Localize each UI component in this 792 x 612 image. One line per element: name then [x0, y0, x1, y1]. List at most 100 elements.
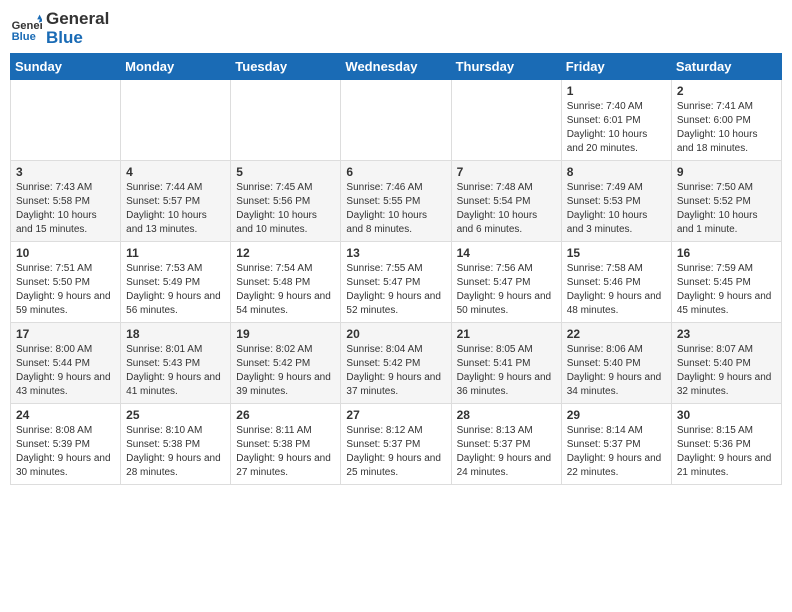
day-info: Sunrise: 8:05 AM Sunset: 5:41 PM Dayligh…: [457, 343, 556, 399]
day-cell: 17 Sunrise: 8:00 AM Sunset: 5:44 PM Dayli…: [11, 323, 121, 404]
day-number: 17: [16, 327, 115, 341]
day-cell: 2 Sunrise: 7:41 AM Sunset: 6:00 PM Daylig…: [671, 80, 781, 161]
logo-blue: Blue: [46, 29, 109, 48]
day-info: Sunrise: 7:59 AM Sunset: 5:45 PM Dayligh…: [677, 262, 776, 318]
day-cell: 26 Sunrise: 8:11 AM Sunset: 5:38 PM Dayli…: [231, 404, 341, 485]
day-number: 23: [677, 327, 776, 341]
weekday-header-saturday: Saturday: [671, 54, 781, 80]
day-info: Sunrise: 7:40 AM Sunset: 6:01 PM Dayligh…: [567, 100, 666, 156]
day-cell: 30 Sunrise: 8:15 AM Sunset: 5:36 PM Dayli…: [671, 404, 781, 485]
day-info: Sunrise: 7:49 AM Sunset: 5:53 PM Dayligh…: [567, 181, 666, 237]
day-info: Sunrise: 8:01 AM Sunset: 5:43 PM Dayligh…: [126, 343, 225, 399]
day-number: 12: [236, 246, 335, 260]
day-number: 4: [126, 165, 225, 179]
day-number: 14: [457, 246, 556, 260]
day-info: Sunrise: 7:51 AM Sunset: 5:50 PM Dayligh…: [16, 262, 115, 318]
day-info: Sunrise: 7:41 AM Sunset: 6:00 PM Dayligh…: [677, 100, 776, 156]
week-row-4: 17 Sunrise: 8:00 AM Sunset: 5:44 PM Dayli…: [11, 323, 782, 404]
day-cell: 21 Sunrise: 8:05 AM Sunset: 5:41 PM Dayli…: [451, 323, 561, 404]
day-cell: [11, 80, 121, 161]
day-number: 18: [126, 327, 225, 341]
weekday-header-thursday: Thursday: [451, 54, 561, 80]
logo: General Blue General Blue: [10, 10, 109, 47]
day-info: Sunrise: 8:02 AM Sunset: 5:42 PM Dayligh…: [236, 343, 335, 399]
day-number: 10: [16, 246, 115, 260]
day-number: 24: [16, 408, 115, 422]
day-cell: 9Sunrise: 7:50 AM Sunset: 5:52 PM Daylig…: [671, 161, 781, 242]
day-number: 20: [346, 327, 445, 341]
day-cell: 29 Sunrise: 8:14 AM Sunset: 5:37 PM Dayli…: [561, 404, 671, 485]
logo-icon: General Blue: [10, 13, 42, 45]
day-cell: 27Sunrise: 8:12 AM Sunset: 5:37 PM Dayli…: [341, 404, 451, 485]
svg-text:General: General: [12, 20, 42, 32]
weekday-header-friday: Friday: [561, 54, 671, 80]
day-info: Sunrise: 8:14 AM Sunset: 5:37 PM Dayligh…: [567, 424, 666, 480]
weekday-header-sunday: Sunday: [11, 54, 121, 80]
day-cell: [341, 80, 451, 161]
week-row-2: 3Sunrise: 7:43 AM Sunset: 5:58 PM Daylig…: [11, 161, 782, 242]
day-cell: 19 Sunrise: 8:02 AM Sunset: 5:42 PM Dayli…: [231, 323, 341, 404]
calendar-body: 1 Sunrise: 7:40 AM Sunset: 6:01 PM Daylig…: [11, 80, 782, 485]
day-info: Sunrise: 8:00 AM Sunset: 5:44 PM Dayligh…: [16, 343, 115, 399]
day-info: Sunrise: 8:13 AM Sunset: 5:37 PM Dayligh…: [457, 424, 556, 480]
day-cell: 11Sunrise: 7:53 AM Sunset: 5:49 PM Dayli…: [121, 242, 231, 323]
day-info: Sunrise: 8:08 AM Sunset: 5:39 PM Dayligh…: [16, 424, 115, 480]
day-number: 6: [346, 165, 445, 179]
day-number: 7: [457, 165, 556, 179]
day-cell: 10 Sunrise: 7:51 AM Sunset: 5:50 PM Dayli…: [11, 242, 121, 323]
day-number: 8: [567, 165, 666, 179]
day-number: 19: [236, 327, 335, 341]
day-info: Sunrise: 7:44 AM Sunset: 5:57 PM Dayligh…: [126, 181, 225, 237]
day-cell: [121, 80, 231, 161]
day-number: 16: [677, 246, 776, 260]
week-row-1: 1 Sunrise: 7:40 AM Sunset: 6:01 PM Daylig…: [11, 80, 782, 161]
day-info: Sunrise: 7:45 AM Sunset: 5:56 PM Dayligh…: [236, 181, 335, 237]
day-cell: 4 Sunrise: 7:44 AM Sunset: 5:57 PM Daylig…: [121, 161, 231, 242]
day-number: 15: [567, 246, 666, 260]
day-info: Sunrise: 8:11 AM Sunset: 5:38 PM Dayligh…: [236, 424, 335, 480]
day-cell: 22 Sunrise: 8:06 AM Sunset: 5:40 PM Dayli…: [561, 323, 671, 404]
day-number: 13: [346, 246, 445, 260]
day-cell: 15 Sunrise: 7:58 AM Sunset: 5:46 PM Dayli…: [561, 242, 671, 323]
day-number: 25: [126, 408, 225, 422]
day-number: 27: [346, 408, 445, 422]
logo-general: General: [46, 10, 109, 29]
day-cell: 18 Sunrise: 8:01 AM Sunset: 5:43 PM Dayli…: [121, 323, 231, 404]
day-cell: 5 Sunrise: 7:45 AM Sunset: 5:56 PM Daylig…: [231, 161, 341, 242]
day-cell: 7 Sunrise: 7:48 AM Sunset: 5:54 PM Daylig…: [451, 161, 561, 242]
day-cell: 28 Sunrise: 8:13 AM Sunset: 5:37 PM Dayli…: [451, 404, 561, 485]
day-number: 21: [457, 327, 556, 341]
day-cell: 12 Sunrise: 7:54 AM Sunset: 5:48 PM Dayli…: [231, 242, 341, 323]
day-number: 1: [567, 84, 666, 98]
day-number: 29: [567, 408, 666, 422]
day-cell: 8 Sunrise: 7:49 AM Sunset: 5:53 PM Daylig…: [561, 161, 671, 242]
week-row-3: 10 Sunrise: 7:51 AM Sunset: 5:50 PM Dayli…: [11, 242, 782, 323]
day-number: 11: [126, 246, 225, 260]
day-cell: 6Sunrise: 7:46 AM Sunset: 5:55 PM Daylig…: [341, 161, 451, 242]
weekday-row: SundayMondayTuesdayWednesdayThursdayFrid…: [11, 54, 782, 80]
day-cell: 13Sunrise: 7:55 AM Sunset: 5:47 PM Dayli…: [341, 242, 451, 323]
day-info: Sunrise: 8:04 AM Sunset: 5:42 PM Dayligh…: [346, 343, 445, 399]
day-number: 30: [677, 408, 776, 422]
day-number: 2: [677, 84, 776, 98]
page-header: General Blue General Blue: [10, 10, 782, 47]
day-info: Sunrise: 7:50 AM Sunset: 5:52 PM Dayligh…: [677, 181, 776, 237]
day-cell: 16 Sunrise: 7:59 AM Sunset: 5:45 PM Dayli…: [671, 242, 781, 323]
day-info: Sunrise: 7:56 AM Sunset: 5:47 PM Dayligh…: [457, 262, 556, 318]
calendar-table: SundayMondayTuesdayWednesdayThursdayFrid…: [10, 53, 782, 485]
day-cell: 20 Sunrise: 8:04 AM Sunset: 5:42 PM Dayli…: [341, 323, 451, 404]
day-info: Sunrise: 8:15 AM Sunset: 5:36 PM Dayligh…: [677, 424, 776, 480]
day-info: Sunrise: 8:10 AM Sunset: 5:38 PM Dayligh…: [126, 424, 225, 480]
weekday-header-monday: Monday: [121, 54, 231, 80]
day-info: Sunrise: 7:58 AM Sunset: 5:46 PM Dayligh…: [567, 262, 666, 318]
day-info: Sunrise: 7:48 AM Sunset: 5:54 PM Dayligh…: [457, 181, 556, 237]
day-number: 26: [236, 408, 335, 422]
day-number: 3: [16, 165, 115, 179]
day-cell: 1 Sunrise: 7:40 AM Sunset: 6:01 PM Daylig…: [561, 80, 671, 161]
day-info: Sunrise: 8:06 AM Sunset: 5:40 PM Dayligh…: [567, 343, 666, 399]
day-number: 5: [236, 165, 335, 179]
day-number: 28: [457, 408, 556, 422]
day-number: 22: [567, 327, 666, 341]
day-info: Sunrise: 7:54 AM Sunset: 5:48 PM Dayligh…: [236, 262, 335, 318]
weekday-header-tuesday: Tuesday: [231, 54, 341, 80]
